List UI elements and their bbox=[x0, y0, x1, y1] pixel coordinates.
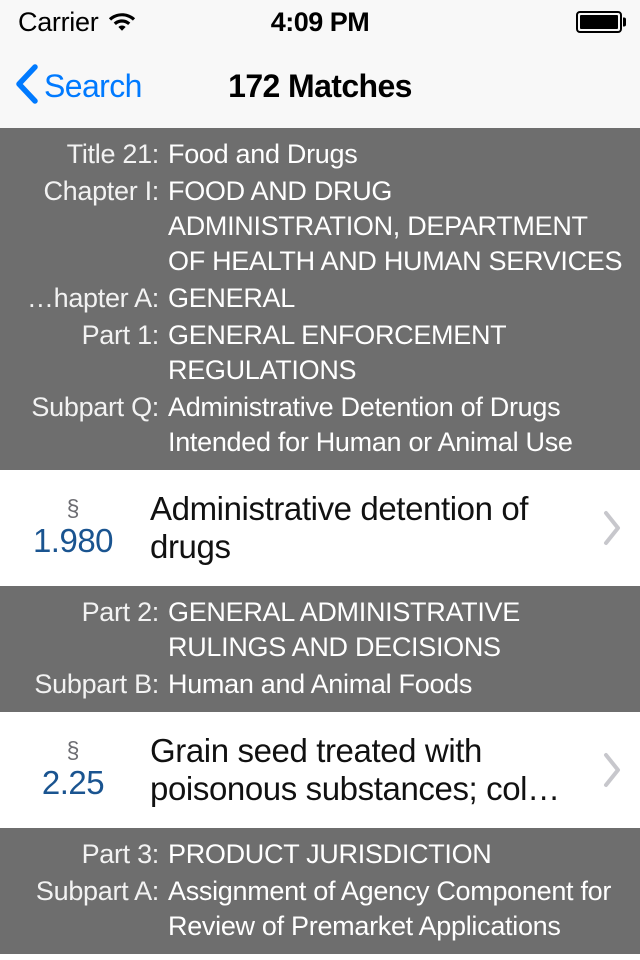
status-bar-right bbox=[576, 11, 626, 33]
back-button[interactable]: Search bbox=[14, 62, 142, 111]
navigation-bar: Search 172 Matches bbox=[0, 44, 640, 128]
breadcrumb-value: GENERAL ENFORCEMENT REGULATIONS bbox=[168, 320, 506, 385]
chevron-right-icon bbox=[584, 751, 640, 789]
breadcrumb-label: Part 2: bbox=[81, 597, 160, 627]
breadcrumb-value: FOOD AND DRUG ADMINISTRATION, DEPARTMENT… bbox=[168, 176, 623, 276]
section-result-row[interactable]: § 2.25 Grain seed treated with poisonous s… bbox=[0, 712, 640, 828]
app-screen: Carrier 4:09 PM Search 172 Matches Title… bbox=[0, 0, 640, 960]
breadcrumb-row: Subpart Q: Administrative Detention of Dr… bbox=[0, 389, 640, 461]
status-bar: Carrier 4:09 PM bbox=[0, 0, 640, 44]
breadcrumb-value: PRODUCT JURISDICTION bbox=[168, 839, 492, 869]
breadcrumb-value: Food and Drugs bbox=[168, 139, 358, 169]
breadcrumb-label: Part 1: bbox=[81, 320, 160, 350]
breadcrumb-row: Subpart B: Human and Animal Foods bbox=[0, 666, 640, 703]
battery-icon bbox=[576, 11, 626, 33]
section-number-block: § 1.980 bbox=[0, 495, 150, 561]
breadcrumb-value: Human and Animal Foods bbox=[168, 669, 473, 699]
breadcrumb-group-header: Part 2: GENERAL ADMINISTRATIVE RULINGS AN… bbox=[0, 586, 640, 712]
breadcrumb-value: Administrative Detention of Drugs Intend… bbox=[168, 392, 573, 457]
section-symbol-icon: § bbox=[66, 737, 80, 763]
wifi-icon bbox=[107, 9, 137, 36]
breadcrumb-row: Chapter I: FOOD AND DRUG ADMINISTRATION, … bbox=[0, 173, 640, 280]
breadcrumb-row: …hapter A: GENERAL bbox=[0, 280, 640, 317]
breadcrumb-row: Part 1: GENERAL ENFORCEMENT REGULATIONS bbox=[0, 317, 640, 389]
breadcrumb-group-header: Title 21: Food and Drugs Chapter I: FOOD AN… bbox=[0, 128, 640, 470]
breadcrumb-row: Subpart A: Assignment of Agency Component… bbox=[0, 873, 640, 945]
breadcrumb-label: Subpart B: bbox=[34, 669, 159, 699]
breadcrumb-label: …hapter A: bbox=[26, 283, 159, 313]
breadcrumb-value: Assignment of Agency Component for Revie… bbox=[168, 876, 612, 941]
section-title: Administrative detention of drugs bbox=[150, 490, 529, 565]
breadcrumb-value: GENERAL bbox=[168, 283, 295, 313]
breadcrumb-row: Part 3: PRODUCT JURISDICTION bbox=[0, 836, 640, 873]
status-bar-left: Carrier bbox=[18, 7, 137, 38]
chevron-right-icon bbox=[584, 509, 640, 547]
back-button-label: Search bbox=[44, 67, 142, 104]
section-result-row[interactable]: §Purpose bbox=[0, 954, 640, 960]
section-number: 2.25 bbox=[41, 764, 105, 801]
section-title: Grain seed treated with poisonous substa… bbox=[150, 732, 560, 807]
breadcrumb-label: Title 21: bbox=[66, 139, 160, 169]
chevron-left-icon bbox=[14, 62, 40, 111]
breadcrumb-group-header: Part 3: PRODUCT JURISDICTION Subpart A: Ass… bbox=[0, 828, 640, 954]
breadcrumb-label: Chapter I: bbox=[43, 176, 159, 206]
breadcrumb-label: Subpart Q: bbox=[31, 392, 159, 422]
section-symbol-icon: § bbox=[66, 495, 80, 521]
breadcrumb-label: Part 3: bbox=[81, 839, 160, 869]
breadcrumb-row: Title 21: Food and Drugs bbox=[0, 136, 640, 173]
breadcrumb-label: Subpart A: bbox=[35, 876, 159, 906]
section-result-row[interactable]: § 1.980 Administrative detention of drugs bbox=[0, 470, 640, 586]
breadcrumb-row: Part 2: GENERAL ADMINISTRATIVE RULINGS AN… bbox=[0, 594, 640, 666]
carrier-label: Carrier bbox=[18, 6, 99, 37]
results-list[interactable]: Title 21: Food and Drugs Chapter I: FOOD AN… bbox=[0, 128, 640, 960]
section-number-block: § 2.25 bbox=[0, 737, 150, 803]
section-number: 1.980 bbox=[32, 522, 114, 559]
breadcrumb-value: GENERAL ADMINISTRATIVE RULINGS AND DECIS… bbox=[168, 597, 520, 662]
